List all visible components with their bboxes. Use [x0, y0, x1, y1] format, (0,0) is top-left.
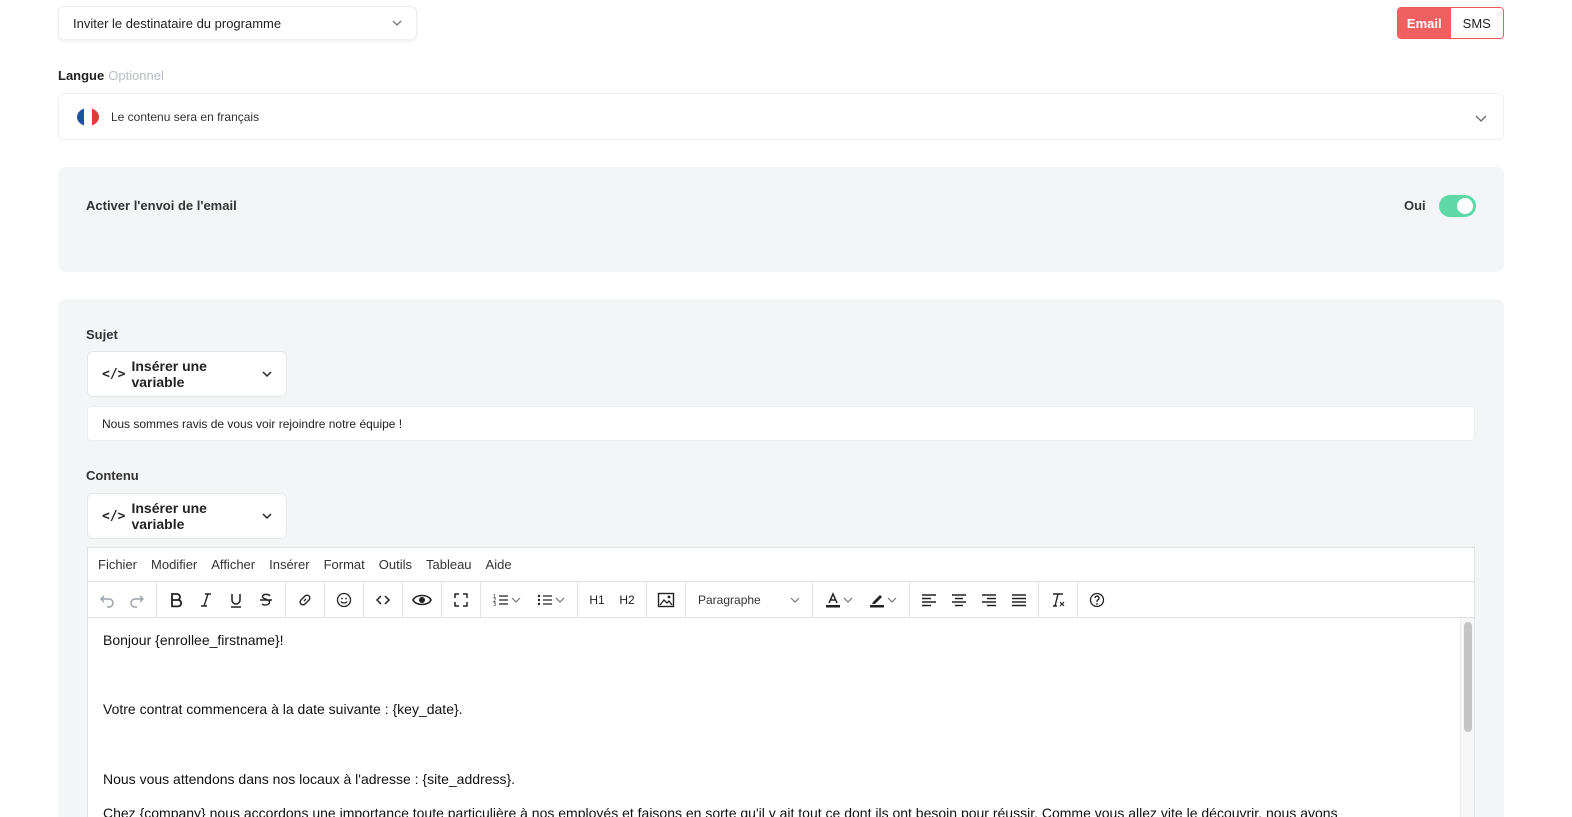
email-channel-button[interactable]: Email — [1398, 8, 1451, 38]
menu-view[interactable]: Afficher — [211, 557, 255, 572]
heading-group: H1 H2 — [578, 582, 647, 617]
subject-insert-variable-button[interactable]: </> Insérer une variable — [87, 351, 287, 397]
email-activation-panel: Activer l'envoi de l'email Oui — [58, 167, 1504, 272]
language-label: Langue Optionnel — [58, 68, 164, 83]
menu-help[interactable]: Aide — [486, 557, 512, 572]
align-group — [910, 582, 1039, 617]
bullet-list-icon[interactable] — [529, 586, 573, 614]
link-group — [286, 582, 325, 617]
emoji-icon[interactable] — [329, 586, 359, 614]
italic-icon[interactable] — [191, 586, 221, 614]
menu-tools[interactable]: Outils — [379, 557, 412, 572]
language-select-value: Le contenu sera en français — [111, 109, 260, 124]
redo-icon[interactable] — [122, 586, 152, 614]
subject-input-value: Nous sommes ravis de vous voir rejoindre… — [102, 416, 403, 431]
align-left-icon[interactable] — [914, 586, 944, 614]
clear-format-group — [1039, 582, 1078, 617]
editor-toolbar: 123 H1 H2 Paragraphe — [88, 582, 1474, 618]
help-group — [1078, 582, 1116, 617]
preview-group — [403, 582, 442, 617]
editor-paragraph: Nous vous attendons dans nos locaux à l'… — [103, 771, 516, 787]
highlight-color-icon[interactable] — [861, 586, 905, 614]
underline-icon[interactable] — [221, 586, 251, 614]
chevron-down-icon — [790, 597, 800, 603]
email-activation-toggle[interactable] — [1439, 195, 1476, 217]
code-group — [364, 582, 403, 617]
fullscreen-icon[interactable] — [446, 586, 476, 614]
editor-scrollbar[interactable] — [1460, 618, 1474, 817]
menu-file[interactable]: Fichier — [98, 557, 137, 572]
block-format-value: Paragraphe — [698, 592, 761, 607]
color-group — [813, 582, 910, 617]
svg-text:3: 3 — [493, 602, 496, 608]
text-color-icon[interactable] — [817, 586, 861, 614]
france-flag-icon — [77, 107, 99, 126]
chevron-down-icon — [392, 18, 402, 28]
block-format-select[interactable]: Paragraphe — [690, 593, 808, 607]
h2-button[interactable]: H2 — [612, 586, 642, 614]
clear-formatting-icon[interactable] — [1043, 586, 1073, 614]
subject-input[interactable]: Nous sommes ravis de vous voir rejoindre… — [87, 406, 1475, 441]
email-content-panel: Sujet </> Insérer une variable Nous somm… — [58, 299, 1504, 817]
image-group — [647, 582, 686, 617]
sms-channel-button[interactable]: SMS — [1450, 8, 1503, 38]
subject-insert-variable-label: Insérer une variable — [131, 358, 207, 390]
content-label: Contenu — [86, 468, 139, 483]
language-label-text: Langue — [58, 68, 105, 83]
align-justify-icon[interactable] — [1004, 586, 1034, 614]
email-activation-title: Activer l'envoi de l'email — [86, 198, 237, 213]
editor-paragraph: Bonjour {enrollee_firstname}! — [103, 632, 284, 648]
scrollbar-thumb[interactable] — [1464, 622, 1472, 732]
content-insert-variable-button[interactable]: </> Insérer une variable — [87, 493, 287, 539]
h1-button[interactable]: H1 — [582, 586, 612, 614]
link-icon[interactable] — [290, 586, 320, 614]
content-insert-variable-label: Insérer une variable — [131, 500, 207, 532]
undo-icon[interactable] — [92, 586, 122, 614]
editor-content-area[interactable]: Bonjour {enrollee_firstname}! Votre cont… — [88, 618, 1474, 817]
channel-toggle: Email SMS — [1397, 7, 1504, 39]
block-format-group: Paragraphe — [686, 582, 813, 617]
menu-insert[interactable]: Insérer — [269, 557, 309, 572]
emoji-group — [325, 582, 364, 617]
rich-text-editor: Fichier Modifier Afficher Insérer Format… — [87, 547, 1475, 817]
bold-icon[interactable] — [161, 586, 191, 614]
code-icon: </> — [102, 508, 126, 524]
numbered-list-icon[interactable]: 123 — [485, 586, 529, 614]
editor-paragraph: Votre contrat commencera à la date suiva… — [103, 701, 463, 717]
optional-label: Optionnel — [108, 68, 164, 83]
language-select[interactable]: Le contenu sera en français — [58, 93, 1504, 140]
recipient-select-value: Inviter le destinataire du programme — [73, 15, 282, 31]
menu-format[interactable]: Format — [324, 557, 365, 572]
recipient-select[interactable]: Inviter le destinataire du programme — [58, 6, 417, 40]
subject-label: Sujet — [86, 327, 118, 342]
preview-eye-icon[interactable] — [407, 586, 437, 614]
image-icon[interactable] — [651, 586, 681, 614]
help-icon[interactable] — [1082, 586, 1112, 614]
chevron-down-icon — [1475, 112, 1487, 122]
editor-menubar: Fichier Modifier Afficher Insérer Format… — [88, 548, 1474, 582]
align-center-icon[interactable] — [944, 586, 974, 614]
history-group — [88, 582, 157, 617]
source-code-icon[interactable] — [368, 586, 398, 614]
fullscreen-group — [442, 582, 481, 617]
chevron-down-icon — [262, 511, 272, 521]
chevron-down-icon — [262, 369, 272, 379]
menu-edit[interactable]: Modifier — [151, 557, 197, 572]
email-activation-status: Oui — [1404, 198, 1426, 213]
strikethrough-icon[interactable] — [251, 586, 281, 614]
align-right-icon[interactable] — [974, 586, 1004, 614]
text-style-group — [157, 582, 286, 617]
editor-paragraph: Chez {company} nous accordons une import… — [103, 805, 1338, 817]
list-group: 123 — [481, 582, 578, 617]
menu-table[interactable]: Tableau — [426, 557, 472, 572]
code-icon: </> — [102, 366, 126, 382]
